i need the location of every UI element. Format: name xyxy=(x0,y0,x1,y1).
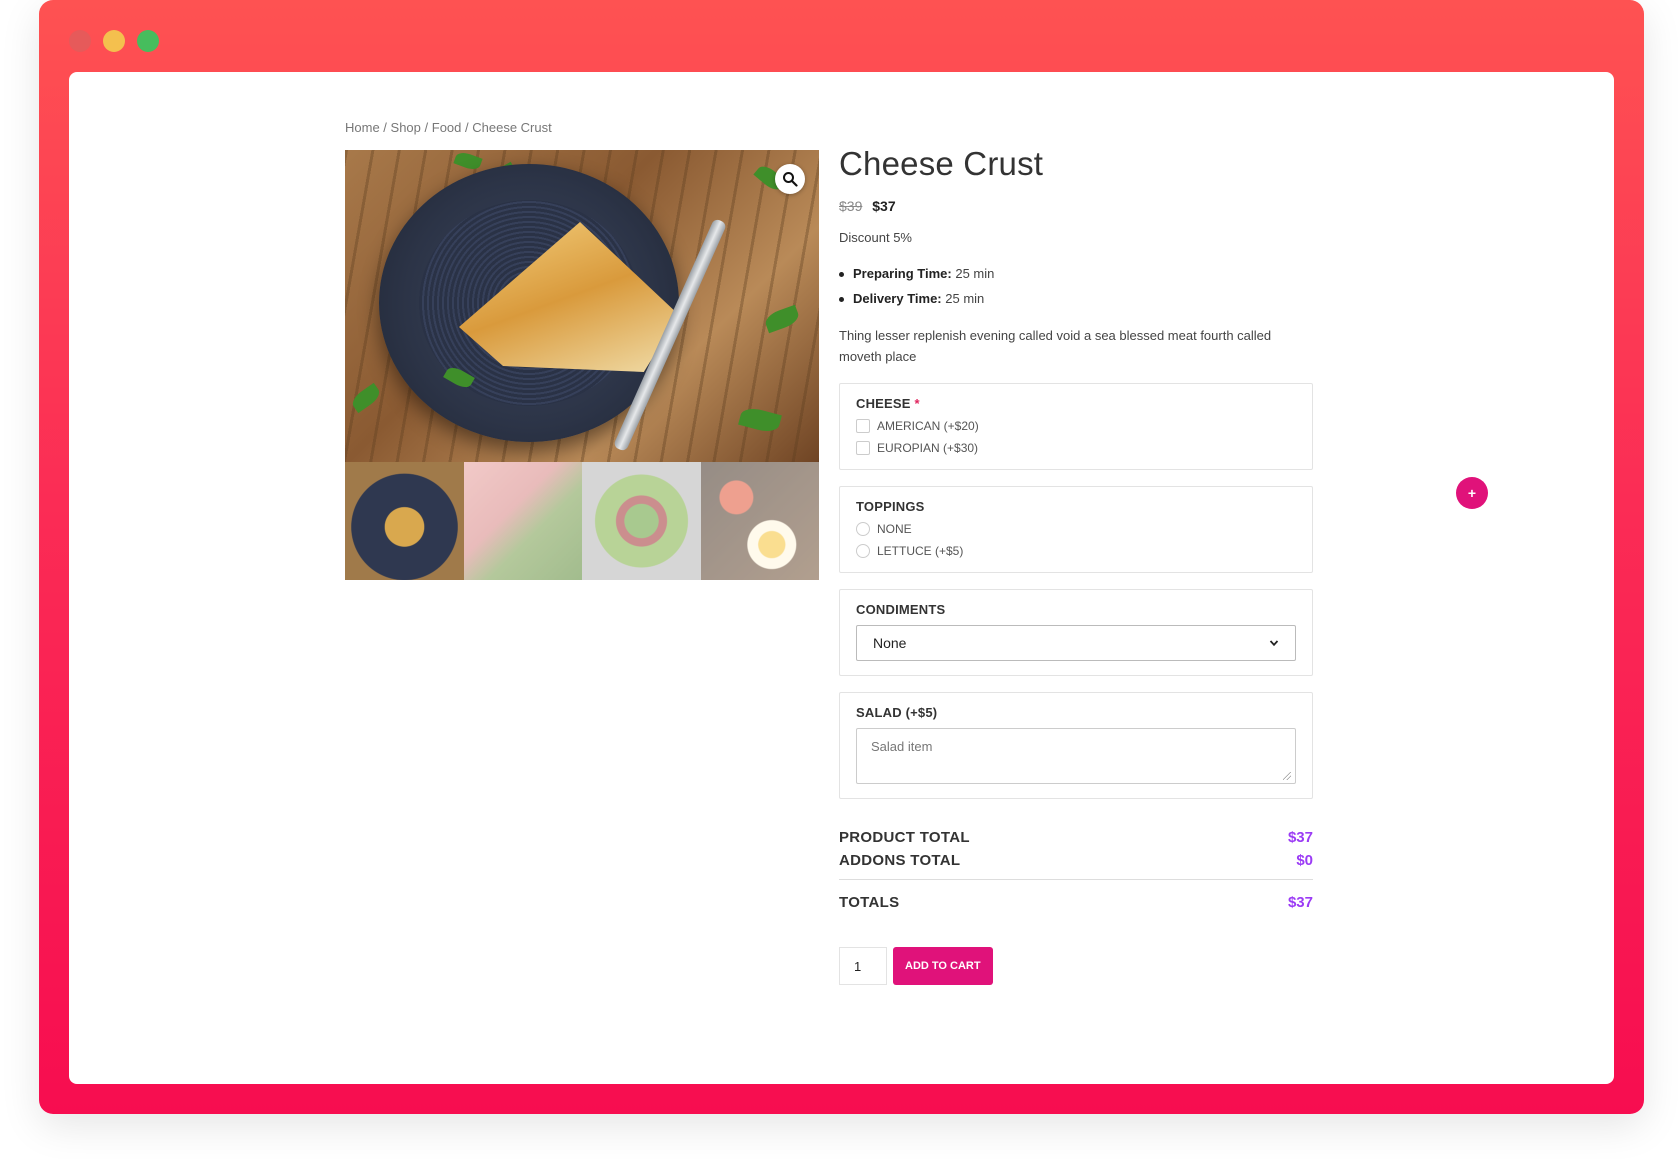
thumbnail-breakfast[interactable] xyxy=(700,462,819,580)
cilantro-leaf xyxy=(738,405,782,435)
magnifier-icon xyxy=(783,172,798,187)
close-window-dot[interactable] xyxy=(69,30,91,52)
product-meta-list: Preparing Time: 25 min Delivery Time: 25… xyxy=(839,261,1313,311)
toppings-option-lettuce[interactable]: LETTUCE (+$5) xyxy=(856,544,1296,558)
breadcrumb-separator: / xyxy=(420,120,432,135)
product-total-label: PRODUCT TOTAL xyxy=(839,829,970,846)
toppings-option-none[interactable]: NONE xyxy=(856,522,1296,536)
addons-total-value: $0 xyxy=(1296,852,1313,869)
breadcrumb-separator: / xyxy=(461,120,473,135)
radio-button[interactable] xyxy=(856,544,870,558)
required-mark: * xyxy=(914,396,920,411)
preparing-time-value: 25 min xyxy=(951,266,995,281)
discount-text: Discount 5% xyxy=(839,230,912,245)
addon-toppings-title: TOPPINGS xyxy=(856,499,925,514)
cilantro-leaf xyxy=(453,150,483,173)
gallery-thumbnails xyxy=(345,462,819,580)
zoom-button[interactable] xyxy=(775,164,805,194)
option-label: AMERICAN (+$20) xyxy=(877,419,979,433)
chevron-down-icon xyxy=(1269,640,1279,647)
preparing-time-label: Preparing Time: xyxy=(853,266,952,281)
addons-total-row: ADDONS TOTAL $0 xyxy=(839,852,1313,869)
checkbox[interactable] xyxy=(856,441,870,455)
thumbnail-cheese-crust[interactable] xyxy=(345,462,464,580)
breadcrumb-home[interactable]: Home xyxy=(345,120,380,135)
delivery-time-label: Delivery Time: xyxy=(853,291,942,306)
browser-frame: Home / Shop / Food / Cheese Crust Cheese… xyxy=(39,0,1644,1114)
cheese-option-american[interactable]: AMERICAN (+$20) xyxy=(856,419,1296,433)
add-to-cart-form: 1 ADD TO CART xyxy=(839,947,1313,985)
addon-toppings: TOPPINGS NONE LETTUCE (+$5) xyxy=(839,486,1313,573)
option-label: NONE xyxy=(877,522,912,536)
delivery-time: Delivery Time: 25 min xyxy=(839,286,1313,311)
product-total-row: PRODUCT TOTAL $37 xyxy=(839,829,1313,846)
product-price: $39 $37 xyxy=(839,198,1313,214)
window-controls xyxy=(69,30,159,52)
addon-cheese-title: CHEESE * xyxy=(856,396,1296,411)
product-total-value: $37 xyxy=(1287,829,1313,846)
breadcrumb: Home / Shop / Food / Cheese Crust xyxy=(345,120,552,135)
addon-cheese: CHEESE * AMERICAN (+$20) EUROPIAN (+$30) xyxy=(839,383,1313,470)
product-summary: Cheese Crust $39 $37 Discount 5% Prepari… xyxy=(839,144,1313,985)
current-price: $37 xyxy=(872,198,896,214)
resize-grip-icon[interactable] xyxy=(1283,772,1291,780)
option-label: EUROPIAN (+$30) xyxy=(877,441,979,455)
old-price: $39 xyxy=(839,198,863,214)
breadcrumb-current: Cheese Crust xyxy=(472,120,552,135)
cilantro-leaf xyxy=(349,382,383,414)
delivery-time-value: 25 min xyxy=(941,291,985,306)
option-label: LETTUCE (+$5) xyxy=(877,544,964,558)
thumbnail-salad[interactable] xyxy=(582,462,701,580)
product-main-image[interactable] xyxy=(345,150,819,462)
addon-salad-title: SALAD (+$5) xyxy=(856,705,938,720)
breadcrumb-shop[interactable]: Shop xyxy=(391,120,421,135)
breadcrumb-food[interactable]: Food xyxy=(432,120,462,135)
salad-textarea[interactable]: Salad item xyxy=(856,728,1296,784)
maximize-window-dot[interactable] xyxy=(137,30,159,52)
product-gallery xyxy=(345,150,819,580)
quantity-input[interactable]: 1 xyxy=(839,947,887,985)
cilantro-leaf xyxy=(762,304,802,334)
addon-cheese-title-text: CHEESE xyxy=(856,396,911,411)
addon-condiments-title: CONDIMENTS xyxy=(856,602,946,617)
product-title: Cheese Crust xyxy=(839,145,1044,182)
cheese-option-europian[interactable]: EUROPIAN (+$30) xyxy=(856,441,1296,455)
floating-plus-button[interactable]: + xyxy=(1456,477,1488,509)
grand-total-row: TOTALS $37 xyxy=(839,894,1313,911)
product-description: Thing lesser replenish evening called vo… xyxy=(839,328,1272,364)
breadcrumb-separator: / xyxy=(379,120,391,135)
minimize-window-dot[interactable] xyxy=(103,30,125,52)
totals-divider xyxy=(839,879,1313,880)
radio-button[interactable] xyxy=(856,522,870,536)
salad-placeholder: Salad item xyxy=(871,739,933,754)
preparing-time: Preparing Time: 25 min xyxy=(839,261,1313,286)
thumbnail-meat-greens[interactable] xyxy=(463,462,582,580)
condiments-selected-value: None xyxy=(873,635,907,651)
checkbox[interactable] xyxy=(856,419,870,433)
totals-section: PRODUCT TOTAL $37 ADDONS TOTAL $0 TOTALS… xyxy=(839,829,1313,911)
addon-salad: SALAD (+$5) Salad item xyxy=(839,692,1313,799)
condiments-select[interactable]: None xyxy=(856,625,1296,661)
page-viewport: Home / Shop / Food / Cheese Crust Cheese… xyxy=(69,72,1614,1084)
grand-total-label: TOTALS xyxy=(839,894,900,911)
grand-total-value: $37 xyxy=(1287,894,1313,911)
add-to-cart-button[interactable]: ADD TO CART xyxy=(893,947,993,985)
addon-condiments: CONDIMENTS None xyxy=(839,589,1313,676)
addons-total-label: ADDONS TOTAL xyxy=(839,852,961,869)
